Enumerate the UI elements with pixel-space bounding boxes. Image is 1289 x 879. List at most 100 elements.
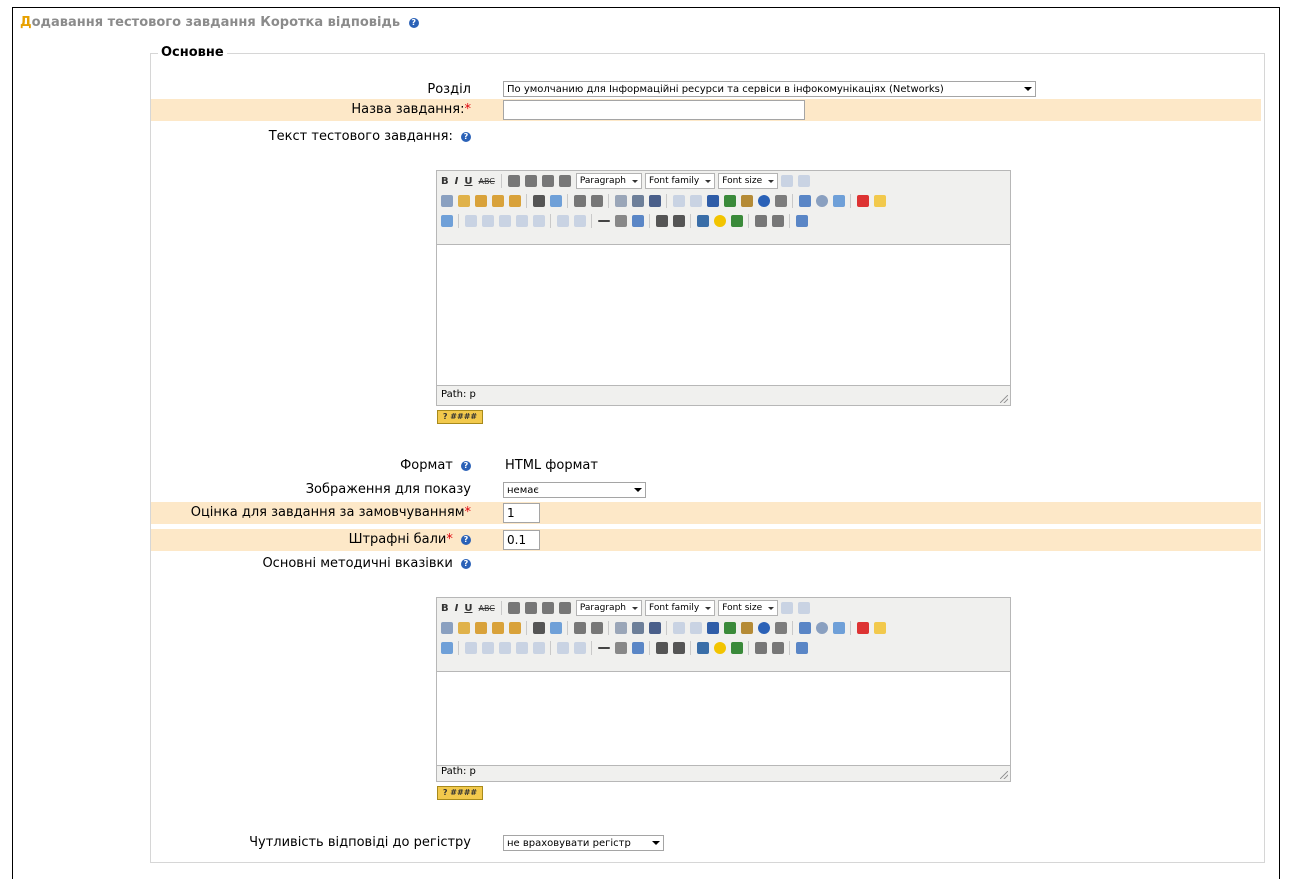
copy-icon[interactable] — [458, 195, 470, 207]
unlink-icon[interactable] — [690, 622, 702, 634]
cut-icon[interactable] — [441, 622, 453, 634]
ltr-icon[interactable] — [465, 642, 477, 654]
visual-aid-icon[interactable] — [632, 642, 644, 654]
help-icon[interactable]: ? — [461, 460, 471, 471]
special-char-icon[interactable] — [697, 215, 709, 227]
media-icon[interactable] — [731, 215, 743, 227]
bold-button[interactable]: B — [441, 176, 449, 187]
italic-button[interactable]: I — [455, 176, 459, 187]
special-char-icon[interactable] — [697, 642, 709, 654]
rtl-icon[interactable] — [482, 642, 494, 654]
remove-format-icon[interactable] — [615, 215, 627, 227]
html-source-icon[interactable] — [775, 622, 787, 634]
indent-icon[interactable] — [632, 195, 644, 207]
time-icon[interactable] — [816, 622, 828, 634]
time-icon[interactable] — [816, 195, 828, 207]
align-right-icon[interactable] — [541, 175, 554, 187]
cut-icon[interactable] — [441, 195, 453, 207]
image-select[interactable]: немає — [503, 482, 646, 498]
cleanup-icon[interactable] — [741, 195, 753, 207]
insert-row-icon[interactable] — [499, 642, 511, 654]
align-center-icon[interactable] — [524, 175, 537, 187]
bullet-list-icon[interactable] — [574, 195, 586, 207]
subscript-icon[interactable] — [656, 642, 668, 654]
rtl-icon[interactable] — [482, 215, 494, 227]
image-icon[interactable] — [724, 195, 736, 207]
table-icon[interactable] — [799, 195, 811, 207]
paste-text-icon[interactable] — [492, 195, 504, 207]
table-icon[interactable] — [799, 622, 811, 634]
editor-content-area[interactable] — [437, 244, 1010, 386]
anchor-icon[interactable] — [707, 195, 719, 207]
text-color-icon[interactable] — [857, 622, 869, 634]
unlink-icon[interactable] — [690, 195, 702, 207]
ltr-icon[interactable] — [465, 215, 477, 227]
nonbreaking-icon[interactable] — [755, 642, 767, 654]
underline-button[interactable]: U — [464, 176, 472, 187]
font-size-select[interactable]: Font size — [718, 173, 779, 189]
bullet-list-icon[interactable] — [574, 622, 586, 634]
visual-aid-icon[interactable] — [632, 215, 644, 227]
subscript-icon[interactable] — [656, 215, 668, 227]
strikethrough-button[interactable]: ABC — [478, 604, 494, 613]
paste-icon[interactable] — [475, 622, 487, 634]
background-color-icon[interactable] — [874, 195, 886, 207]
penalty-input[interactable]: 0.1 — [503, 530, 540, 550]
show-blocks-icon[interactable] — [772, 215, 784, 227]
emoticon-icon[interactable] — [714, 642, 726, 654]
font-size-select[interactable]: Font size — [718, 600, 779, 616]
font-family-select[interactable]: Font family — [645, 173, 716, 189]
link-icon[interactable] — [673, 622, 685, 634]
undo-icon[interactable] — [781, 602, 794, 614]
help-icon[interactable]: ? — [461, 558, 471, 569]
align-justify-icon[interactable] — [558, 175, 571, 187]
align-left-icon[interactable] — [507, 175, 520, 187]
help-icon[interactable]: ? — [461, 131, 471, 142]
undo-icon[interactable] — [781, 175, 794, 187]
redo-icon[interactable] — [798, 602, 811, 614]
fullscreen-icon[interactable] — [796, 642, 808, 654]
search-replace-icon[interactable] — [833, 195, 845, 207]
name-input[interactable] — [503, 100, 805, 120]
help-icon[interactable]: ? — [461, 534, 471, 545]
replace-icon[interactable] — [550, 195, 562, 207]
text-color-icon[interactable] — [857, 195, 869, 207]
case-sensitivity-select[interactable]: не враховувати регістр — [503, 835, 664, 851]
outdent-icon[interactable] — [615, 622, 627, 634]
paste-word-icon[interactable] — [509, 622, 521, 634]
numbered-list-icon[interactable] — [591, 622, 603, 634]
paste-text-icon[interactable] — [492, 622, 504, 634]
delete-row-icon[interactable] — [516, 642, 528, 654]
emoticon-icon[interactable] — [714, 215, 726, 227]
paste-word-icon[interactable] — [509, 195, 521, 207]
edit-icon[interactable] — [441, 642, 453, 654]
outdent-icon[interactable] — [615, 195, 627, 207]
cell-props-icon[interactable] — [574, 215, 586, 227]
cleanup-icon[interactable] — [741, 622, 753, 634]
merge-cells-icon[interactable] — [533, 642, 545, 654]
help-icon[interactable] — [758, 195, 770, 207]
help-icon[interactable] — [758, 622, 770, 634]
editor-help-badge[interactable]: ? #### — [437, 410, 483, 424]
align-center-icon[interactable] — [524, 602, 537, 614]
bold-button[interactable]: B — [441, 603, 449, 614]
nonbreaking-icon[interactable] — [755, 215, 767, 227]
default-grade-input[interactable]: 1 — [503, 503, 540, 523]
resize-handle[interactable] — [1000, 395, 1008, 403]
find-icon[interactable] — [533, 195, 545, 207]
superscript-icon[interactable] — [673, 215, 685, 227]
redo-icon[interactable] — [798, 175, 811, 187]
format-select[interactable]: Paragraph — [575, 600, 642, 616]
align-right-icon[interactable] — [541, 602, 554, 614]
insert-row-icon[interactable] — [499, 215, 511, 227]
edit-icon[interactable] — [441, 215, 453, 227]
show-blocks-icon[interactable] — [772, 642, 784, 654]
media-icon[interactable] — [731, 642, 743, 654]
blockquote-icon[interactable] — [649, 622, 661, 634]
numbered-list-icon[interactable] — [591, 195, 603, 207]
paste-icon[interactable] — [475, 195, 487, 207]
format-select[interactable]: Paragraph — [575, 173, 642, 189]
cell-props-icon[interactable] — [574, 642, 586, 654]
merge-cells-icon[interactable] — [533, 215, 545, 227]
fullscreen-icon[interactable] — [796, 215, 808, 227]
